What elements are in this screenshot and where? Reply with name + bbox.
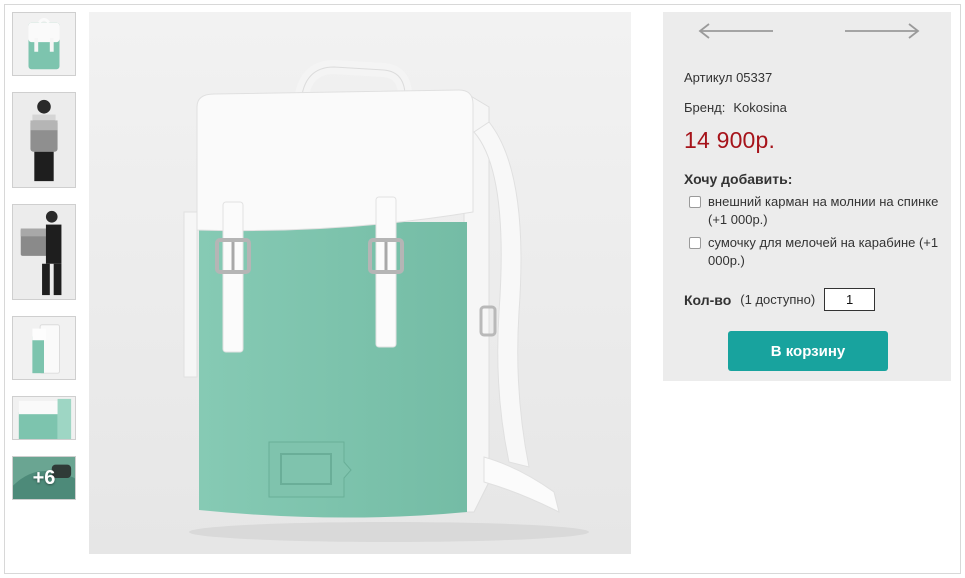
product-sku: Артикул 05337 [684,70,773,85]
next-product-button[interactable] [843,22,921,40]
main-product-image[interactable] [89,12,631,554]
brand-value: Kokosina [733,100,787,115]
quantity-row: Кол-во (1 доступно) [684,288,876,311]
addons-title: Хочу добавить: [684,171,793,187]
add-to-cart-button[interactable]: В корзину [728,331,888,371]
brand-label: Бренд: [684,100,726,115]
thumbnail-4[interactable] [12,316,76,380]
person-wearing-backpack-back-thumbnail [13,93,75,187]
thumbnail-1[interactable] [12,12,76,76]
addon-checkbox-zip-pocket[interactable] [689,196,701,208]
addon-checkbox-coin-pouch[interactable] [689,237,701,249]
thumbnail-2[interactable] [12,92,76,188]
backpack-detail-thumbnail [13,397,75,439]
thumbnail-5[interactable] [12,396,76,440]
more-photos-count: +6 [32,466,56,489]
product-brand: Бренд: Kokosina [684,100,787,115]
person-carrying-backpack-thumbnail [13,205,75,299]
arrow-right-icon [845,23,920,39]
thumbnail-more[interactable]: +6 [12,456,76,500]
addon-option-zip-pocket[interactable]: внешний карман на молнии на спинке (+1 0… [689,193,939,229]
addon-label-coin-pouch: сумочку для мелочей на карабине (+1 000р… [708,235,939,268]
addon-label-zip-pocket: внешний карман на молнии на спинке (+1 0… [708,194,939,227]
backpack-side-thumbnail [13,317,75,379]
previous-product-button[interactable] [697,22,775,40]
addon-option-coin-pouch[interactable]: сумочку для мелочей на карабине (+1 000р… [689,234,939,270]
quantity-input[interactable] [824,288,876,311]
product-info-panel: Артикул 05337 Бренд: Kokosina 14 900р. Хо… [663,12,951,381]
product-price: 14 900р. [684,127,776,153]
thumbnail-3[interactable] [12,204,76,300]
quantity-available: (1 доступно) [740,292,816,307]
arrow-left-icon [698,23,773,39]
quantity-label: Кол-во [684,291,732,308]
mint-suede-backpack-photo [89,12,631,554]
backpack-front-thumbnail [13,13,75,75]
